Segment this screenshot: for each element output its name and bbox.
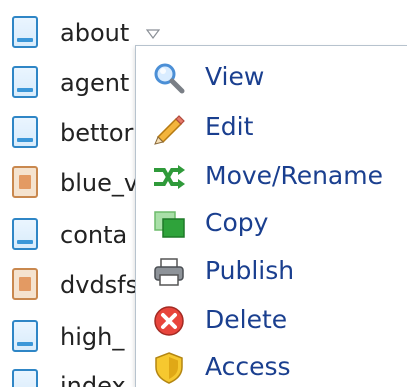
menu-label: Access (205, 352, 291, 381)
file-name[interactable]: high_ (60, 317, 124, 357)
document-icon (12, 116, 38, 148)
menu-label: Copy (205, 208, 269, 237)
menu-item-delete[interactable]: Delete (136, 297, 407, 343)
document-icon (12, 16, 38, 48)
file-name[interactable]: blue_v (60, 163, 138, 203)
document-icon (12, 369, 38, 387)
menu-label: Edit (205, 112, 254, 141)
menu-item-copy[interactable]: Copy (136, 200, 407, 246)
magnifier-icon (154, 63, 185, 94)
file-name[interactable]: conta (60, 215, 127, 255)
copy-icon (154, 211, 185, 238)
shield-icon (155, 352, 183, 384)
menu-item-edit[interactable]: Edit (136, 104, 407, 150)
printer-icon (154, 258, 184, 286)
file-name[interactable]: index (60, 366, 126, 387)
context-menu: View Edit Move/Rename Copy Publish Delet… (135, 45, 407, 387)
document-icon (12, 66, 38, 98)
menu-item-access[interactable]: Access (136, 344, 407, 387)
image-icon (12, 166, 38, 198)
shuffle-icon (154, 165, 185, 189)
menu-label: Publish (205, 256, 295, 285)
file-name[interactable]: about (60, 13, 129, 53)
document-icon (12, 218, 38, 250)
file-name[interactable]: dvdsfs (60, 265, 138, 305)
menu-item-publish[interactable]: Publish (136, 248, 407, 294)
document-icon (12, 320, 38, 352)
pencil-icon (154, 115, 185, 145)
delete-icon (154, 306, 184, 336)
menu-item-view[interactable]: View (136, 54, 407, 100)
file-name[interactable]: agent (60, 63, 129, 103)
image-icon (12, 268, 38, 300)
menu-label: View (205, 62, 265, 91)
file-name[interactable]: bettor (60, 113, 133, 153)
file-manager: about agent bettor blue_v conta dvdsfs h… (0, 0, 407, 387)
menu-item-move-rename[interactable]: Move/Rename (136, 153, 407, 199)
chevron-down-icon[interactable] (146, 29, 160, 39)
menu-label: Delete (205, 305, 288, 334)
menu-label: Move/Rename (205, 161, 383, 190)
